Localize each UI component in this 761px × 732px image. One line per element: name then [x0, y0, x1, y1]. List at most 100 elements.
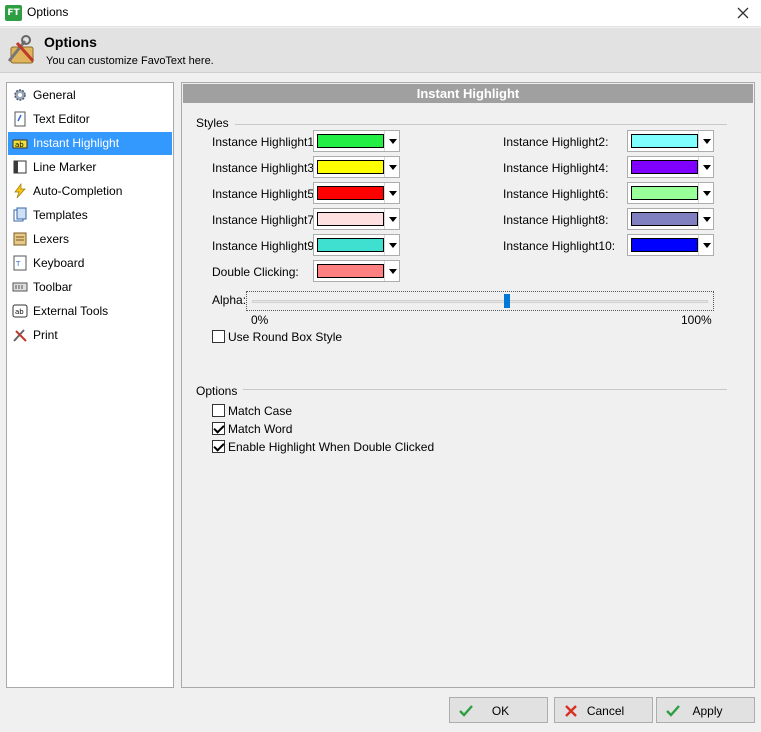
- alpha-slider[interactable]: [246, 291, 714, 311]
- lightning-icon: [14, 183, 26, 199]
- highlight1-color-combo[interactable]: [313, 130, 400, 152]
- sidebar-item-line-marker[interactable]: Line Marker: [8, 156, 172, 179]
- gear-icon: [14, 89, 26, 101]
- title-bar: FT Options: [0, 0, 761, 27]
- chevron-down-icon[interactable]: [384, 261, 399, 281]
- round-box-checkbox[interactable]: [212, 330, 225, 343]
- slider-track: [252, 300, 708, 303]
- highlight10-color-combo[interactable]: [627, 234, 714, 256]
- match-case-checkbox[interactable]: [212, 404, 225, 417]
- chevron-down-icon[interactable]: [384, 235, 399, 255]
- panel-title: Instant Highlight: [183, 84, 753, 103]
- highlighter-icon: ab: [12, 139, 28, 149]
- app-logo-icon: FT: [5, 5, 22, 21]
- sidebar-item-text-editor[interactable]: Text Editor: [8, 108, 172, 131]
- highlight6-label: Instance Highlight6:: [503, 187, 609, 201]
- sidebar-item-label: Print: [33, 328, 58, 342]
- highlight5-color-combo[interactable]: [313, 182, 400, 204]
- double-clicking-color-combo[interactable]: [313, 260, 400, 282]
- highlight4-label: Instance Highlight4:: [503, 161, 609, 175]
- instant-highlight-panel: Instant Highlight Styles Instance Highli…: [181, 82, 755, 688]
- tools-icon: [13, 329, 27, 342]
- options-group-divider: [237, 389, 727, 390]
- highlight5-label: Instance Highlight5:: [212, 187, 318, 201]
- svg-text:ab: ab: [15, 141, 24, 149]
- svg-text:ab: ab: [15, 308, 24, 316]
- match-case-label: Match Case: [228, 404, 293, 418]
- color-swatch: [317, 212, 384, 226]
- keyboard-icon: T: [13, 255, 27, 271]
- chevron-down-icon[interactable]: [384, 157, 399, 177]
- sidebar-item-toolbar[interactable]: Toolbar: [8, 276, 172, 299]
- cancel-button[interactable]: Cancel: [554, 697, 653, 723]
- color-swatch: [631, 160, 698, 174]
- styles-group-label: Styles: [196, 116, 235, 130]
- chevron-down-icon[interactable]: [698, 131, 713, 151]
- color-swatch: [317, 160, 384, 174]
- highlight7-label: Instance Highlight7:: [212, 213, 318, 227]
- highlight6-color-combo[interactable]: [627, 182, 714, 204]
- color-swatch: [317, 134, 384, 148]
- sidebar-item-print[interactable]: Print: [8, 324, 172, 347]
- sidebar-item-label: Text Editor: [33, 112, 90, 126]
- templates-icon: [13, 207, 27, 222]
- slider-thumb[interactable]: [504, 294, 510, 308]
- match-word-label: Match Word: [228, 422, 293, 436]
- sidebar-item-external-tools[interactable]: ab External Tools: [8, 300, 172, 323]
- sidebar-item-label: Toolbar: [33, 280, 73, 294]
- sidebar-item-label: Templates: [33, 208, 88, 222]
- sidebar-item-label: Line Marker: [33, 160, 97, 174]
- svg-text:T: T: [15, 260, 21, 268]
- ok-button[interactable]: OK: [449, 697, 548, 723]
- header-title: Options: [44, 34, 97, 50]
- sidebar-item-templates[interactable]: Templates: [8, 204, 172, 227]
- double-clicking-label: Double Clicking:: [212, 265, 299, 279]
- close-button[interactable]: [733, 3, 753, 23]
- highlight7-color-combo[interactable]: [313, 208, 400, 230]
- sidebar-item-auto-completion[interactable]: Auto-Completion: [8, 180, 172, 203]
- highlight10-label: Instance Highlight10:: [503, 239, 616, 253]
- highlight4-color-combo[interactable]: [627, 156, 714, 178]
- options-sidebar: General Text Editor ab Instant Highlight…: [6, 82, 174, 688]
- highlight9-color-combo[interactable]: [313, 234, 400, 256]
- styles-group-divider: [227, 124, 727, 125]
- chevron-down-icon[interactable]: [384, 131, 399, 151]
- chevron-down-icon[interactable]: [698, 235, 713, 255]
- match-word-checkbox[interactable]: [212, 422, 225, 435]
- alpha-label: Alpha:: [212, 293, 247, 307]
- sidebar-item-keyboard[interactable]: T Keyboard: [8, 252, 172, 275]
- color-swatch: [317, 238, 384, 252]
- sidebar-item-label: Keyboard: [33, 256, 85, 270]
- sidebar-item-label: Instant Highlight: [33, 136, 120, 150]
- chevron-down-icon[interactable]: [698, 157, 713, 177]
- lexers-icon: [13, 232, 27, 246]
- ab-icon: ab: [12, 304, 28, 318]
- chevron-down-icon[interactable]: [698, 183, 713, 203]
- highlight1-label: Instance Highlight1:: [212, 135, 318, 149]
- highlight3-color-combo[interactable]: [313, 156, 400, 178]
- highlight8-color-combo[interactable]: [627, 208, 714, 230]
- highlight9-label: Instance Highlight9:: [212, 239, 318, 253]
- highlight8-label: Instance Highlight8:: [503, 213, 609, 227]
- sidebar-item-general[interactable]: General: [8, 84, 172, 107]
- highlight2-color-combo[interactable]: [627, 130, 714, 152]
- close-icon: [737, 7, 749, 19]
- chevron-down-icon[interactable]: [698, 209, 713, 229]
- highlight2-label: Instance Highlight2:: [503, 135, 609, 149]
- options-group-label: Options: [196, 384, 244, 398]
- sidebar-item-instant-highlight[interactable]: ab Instant Highlight: [8, 132, 172, 155]
- sidebar-item-lexers[interactable]: Lexers: [8, 228, 172, 251]
- chevron-down-icon[interactable]: [384, 183, 399, 203]
- toolbar-icon: [12, 282, 28, 292]
- chevron-down-icon[interactable]: [384, 209, 399, 229]
- enable-highlight-double-click-checkbox[interactable]: [212, 440, 225, 453]
- options-header: Options You can customize FavoText here.: [0, 28, 761, 73]
- color-swatch: [631, 212, 698, 226]
- sidebar-item-label: Auto-Completion: [33, 184, 123, 198]
- alpha-max-label: 100%: [681, 313, 712, 327]
- apply-button[interactable]: Apply: [656, 697, 755, 723]
- document-icon: [14, 111, 26, 127]
- color-swatch: [631, 186, 698, 200]
- round-box-label: Use Round Box Style: [228, 330, 343, 344]
- line-marker-icon: [13, 160, 27, 174]
